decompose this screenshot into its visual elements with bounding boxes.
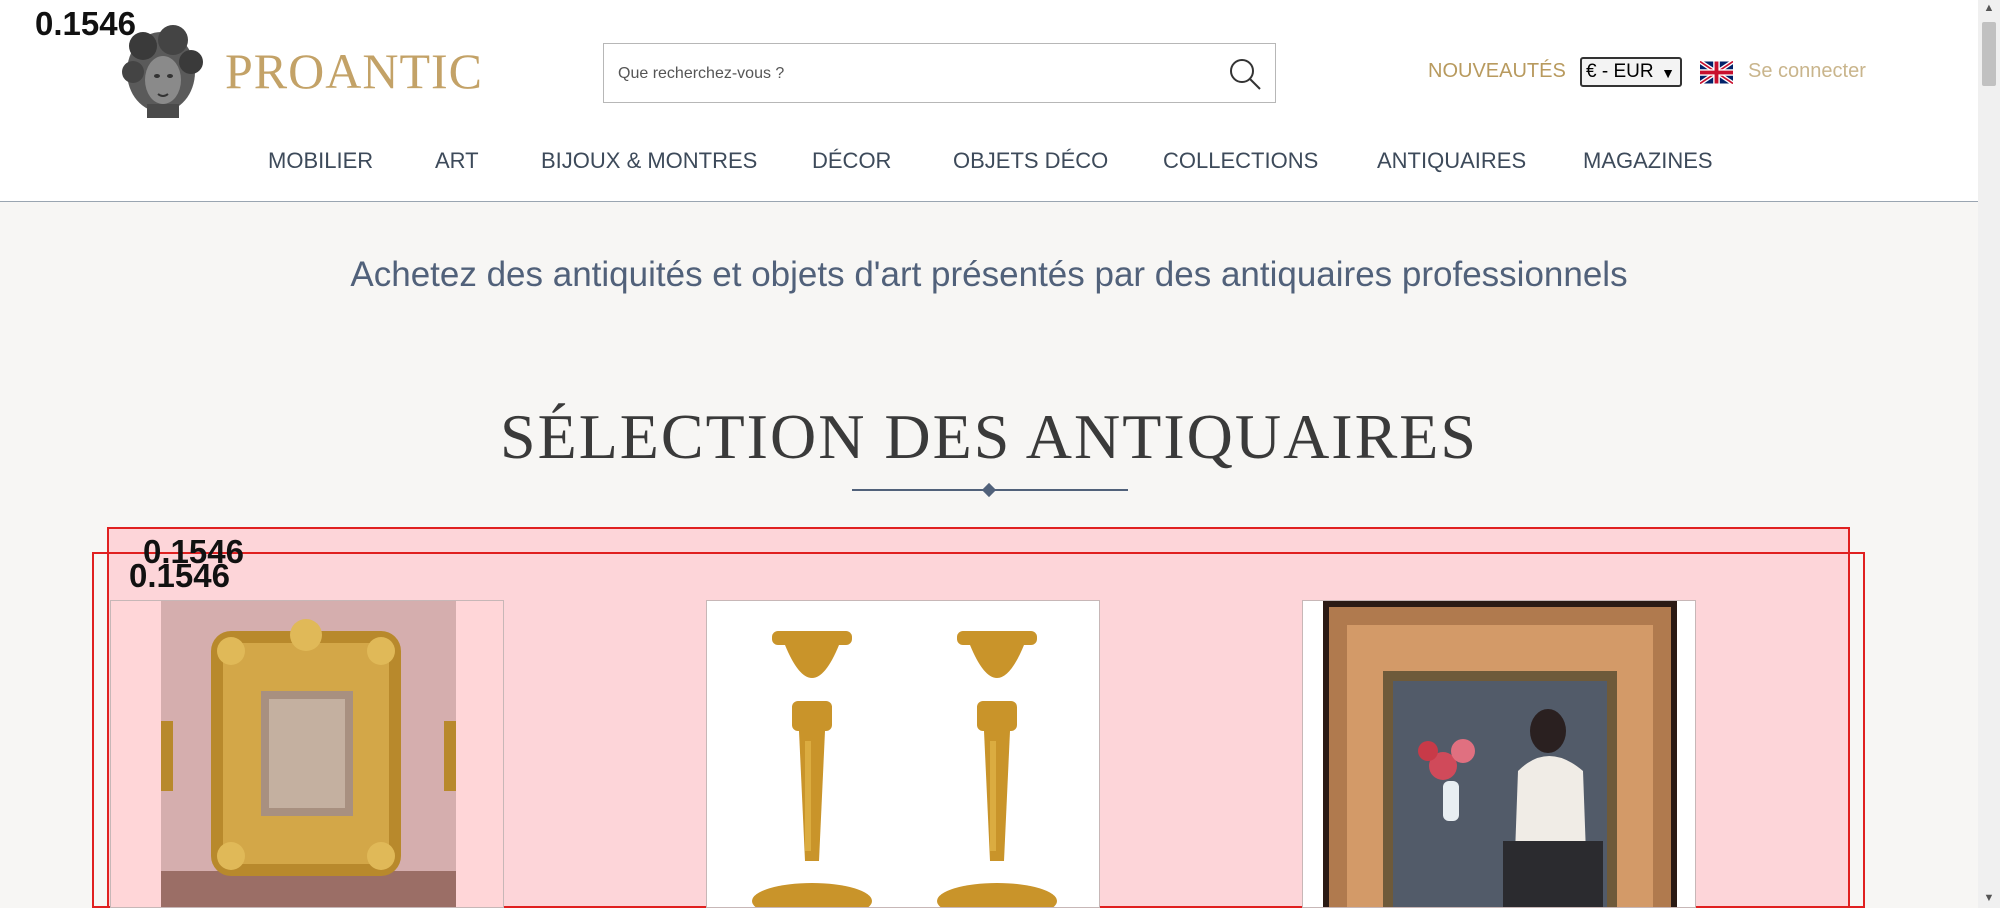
new-arrivals-link[interactable]: NOUVEAUTÉS xyxy=(1428,60,1566,83)
nav-item-collections[interactable]: COLLECTIONS xyxy=(1163,148,1318,174)
nav-item-magazines[interactable]: MAGAZINES xyxy=(1583,148,1713,174)
divider-diamond xyxy=(981,482,997,498)
main-nav: MOBILIER ART BIJOUX & MONTRES DÉCOR OBJE… xyxy=(0,148,1978,178)
scroll-down-icon[interactable]: ▼ xyxy=(1978,892,2000,904)
chevron-down-icon: ▼ xyxy=(1661,65,1675,81)
candlesticks-image xyxy=(707,601,1099,907)
currency-select[interactable]: € - EUR ▼ xyxy=(1580,57,1682,87)
logo-wordmark[interactable]: PROANTIC xyxy=(225,42,483,100)
nav-item-objets-deco[interactable]: OBJETS DÉCO xyxy=(953,148,1108,174)
nav-item-antiquaires[interactable]: ANTIQUAIRES xyxy=(1377,148,1526,174)
nav-item-bijoux-montres[interactable]: BIJOUX & MONTRES xyxy=(541,148,757,174)
overlay-score-label: 0.1546 xyxy=(35,5,136,42)
mirror-image xyxy=(161,601,456,907)
scroll-thumb[interactable] xyxy=(1982,22,1996,86)
product-card-candlesticks[interactable] xyxy=(706,600,1100,908)
vertical-scrollbar[interactable]: ▲ ▼ xyxy=(1978,0,2000,908)
nav-item-decor[interactable]: DÉCOR xyxy=(812,148,891,174)
currency-value: € - EUR xyxy=(1586,61,1654,82)
section-title: SÉLECTION DES ANTIQUAIRES xyxy=(500,401,1478,472)
painting-image xyxy=(1303,601,1695,907)
product-card-mirror[interactable] xyxy=(110,600,504,908)
site-header: PROANTIC NOUVEAUTÉS € - EUR ▼ Se connect… xyxy=(0,0,1978,202)
login-link[interactable]: Se connecter xyxy=(1748,60,1866,83)
search-input[interactable] xyxy=(616,59,1200,89)
search-icon[interactable] xyxy=(1225,54,1265,94)
nav-item-mobilier[interactable]: MOBILIER xyxy=(268,148,373,174)
uk-flag-icon[interactable] xyxy=(1700,61,1733,84)
search-box[interactable] xyxy=(603,43,1276,103)
page-tagline: Achetez des antiquités et objets d'art p… xyxy=(350,255,1628,294)
scroll-up-icon[interactable]: ▲ xyxy=(1978,2,2000,14)
nav-item-art[interactable]: ART xyxy=(435,148,479,174)
product-card-painting[interactable] xyxy=(1302,600,1696,908)
overlay-score-label: 0.1546 xyxy=(129,557,230,594)
